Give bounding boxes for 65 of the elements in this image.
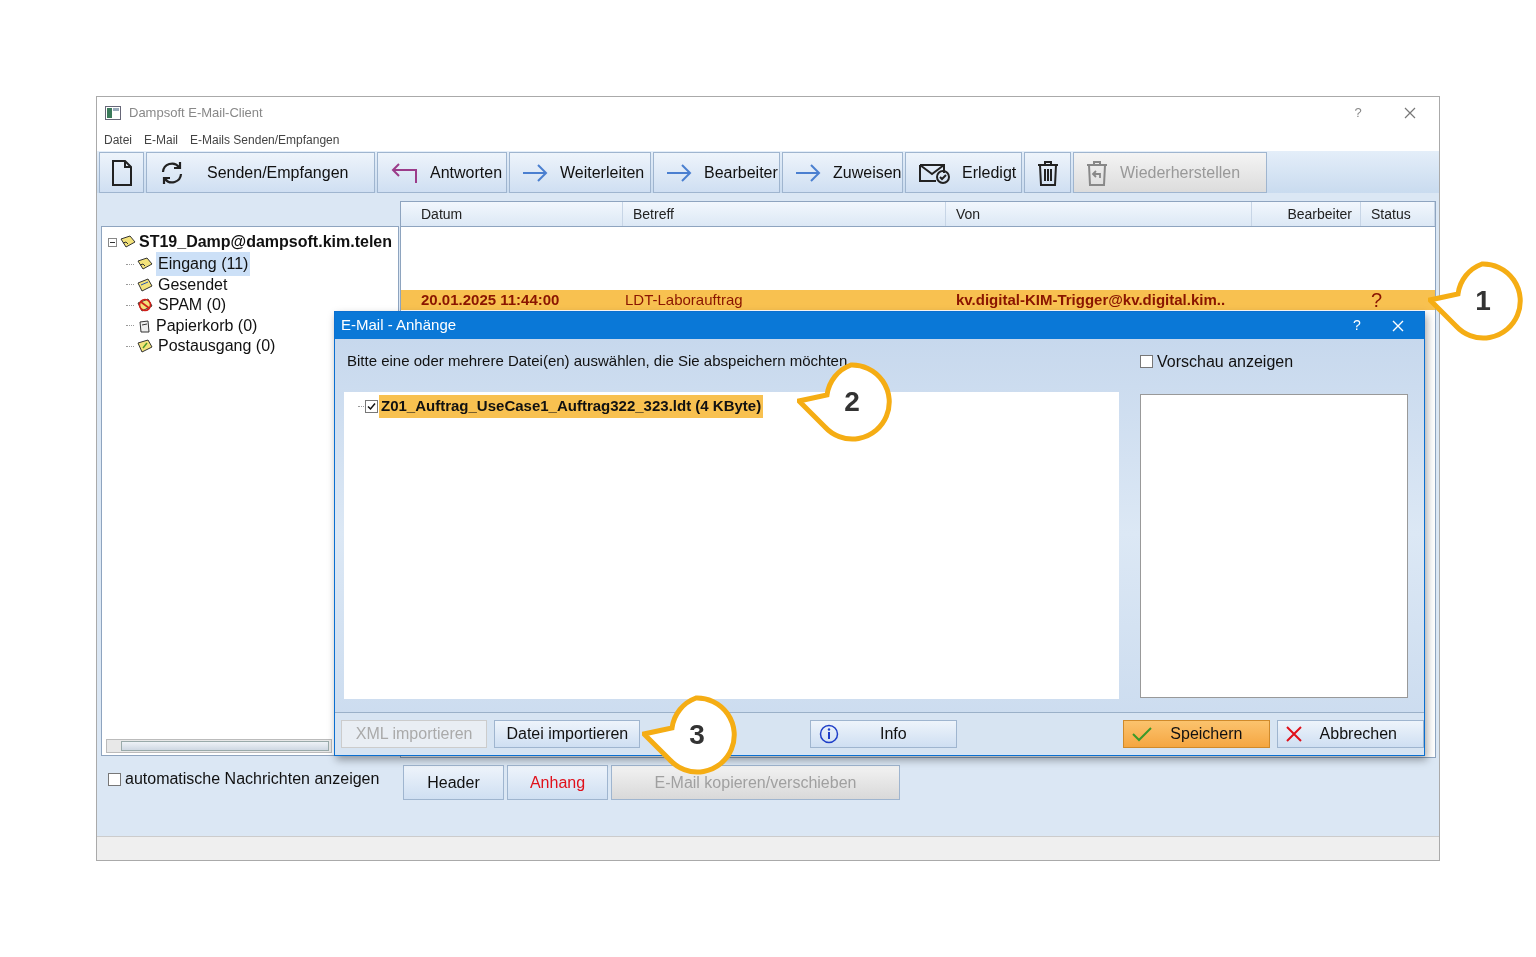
check-icon — [1132, 726, 1153, 742]
callout-number: 2 — [843, 385, 861, 419]
expander-icon[interactable] — [108, 237, 117, 247]
dialog-button[interactable]: Speichern — [1123, 720, 1270, 748]
checkbox-label[interactable]: automatische Nachrichten anzeigen — [125, 767, 380, 791]
envelope-icon — [137, 339, 153, 354]
toolbar-button[interactable] — [99, 152, 144, 193]
right-arrow-icon — [666, 162, 692, 183]
refresh-icon — [159, 160, 185, 185]
column-header[interactable]: Status — [1361, 202, 1435, 226]
trash-icon — [1036, 159, 1059, 186]
prohibited-envelope-icon — [137, 298, 153, 313]
folder-item[interactable]: Eingang (11) — [156, 252, 251, 277]
window-title: Dampsoft E-Mail-Client — [129, 104, 264, 123]
help-button[interactable]: ? — [1342, 315, 1372, 336]
document-icon — [110, 159, 133, 186]
checkbox-label[interactable]: Vorschau anzeigen — [1157, 349, 1294, 374]
reply-arrow-icon — [390, 161, 418, 184]
menu-item[interactable]: Datei — [104, 131, 132, 149]
right-arrow-icon — [795, 162, 821, 183]
instruction-text: Bitte eine oder mehrere Datei(en) auswählen, die Sie abspeichern möchten. — [347, 351, 853, 372]
mail-button[interactable]: Anhang — [507, 765, 608, 800]
envelope-icon — [120, 235, 136, 249]
envelope-icon — [137, 277, 153, 292]
toolbar-button[interactable]: Erledigt — [905, 152, 1022, 193]
app-icon — [105, 106, 121, 120]
column-header[interactable]: Betreff — [623, 202, 946, 226]
column-header[interactable]: Bearbeiter — [1252, 202, 1361, 226]
toolbar-button[interactable]: Bearbeiter — [653, 152, 780, 193]
checkbox[interactable] — [1140, 355, 1153, 368]
column-header[interactable]: Datum — [401, 202, 623, 226]
toolbar-button[interactable]: Zuweisen — [782, 152, 903, 193]
right-arrow-icon — [522, 162, 548, 183]
menu-item[interactable]: E-Mails Senden/Empfangen — [190, 131, 340, 149]
table-cell-text: 20.01.2025 11:44:00 — [420, 289, 561, 310]
help-button[interactable]: ? — [1335, 103, 1381, 123]
account-label[interactable]: ST19_Damp@dampsoft.kim.telen — [139, 230, 392, 254]
table-cell-text: ? — [1370, 288, 1384, 313]
mail-row[interactable]: 20.01.2025 11:44:00 LDT-Laborauftrag kv.digital-KIM-Trigger@kv.digital.kim.. ? — [401, 290, 1435, 310]
envelope-check-icon — [918, 161, 950, 184]
close-icon[interactable] — [1404, 107, 1416, 119]
toolbar-button[interactable]: Weiterleiten — [509, 152, 651, 193]
menu-item[interactable]: E-Mail — [144, 131, 179, 149]
trash-arrow-icon — [1086, 159, 1108, 186]
file-item[interactable]: Z01_Auftrag_UseCase1_Auftrag322_323.ldt (4 KByte) — [379, 395, 764, 418]
toolbar-button[interactable]: Senden/Empfangen — [146, 152, 375, 193]
envelope-icon — [137, 257, 153, 272]
bin-icon — [137, 318, 151, 333]
checkbox[interactable] — [108, 772, 121, 786]
info-icon — [818, 724, 839, 744]
column-header[interactable]: Von — [946, 202, 1252, 226]
checkbox[interactable] — [365, 399, 378, 413]
toolbar-button[interactable] — [1024, 152, 1071, 193]
dialog-button[interactable]: Info — [809, 720, 957, 748]
dialog-button[interactable]: Datei importieren — [494, 720, 641, 748]
mail-button[interactable]: Header — [403, 765, 504, 800]
horizontal-scrollbar[interactable] — [106, 739, 332, 753]
toolbar-button[interactable]: Antworten — [377, 152, 507, 193]
callout-number: 3 — [688, 718, 706, 752]
table-cell-text: LDT-Laborauftrag — [624, 289, 744, 310]
cross-icon — [1285, 726, 1302, 742]
callout-number: 1 — [1474, 284, 1492, 318]
table-cell-text: kv.digital-KIM-Trigger@kv.digital.kim.. — [955, 289, 1227, 310]
dialog-button[interactable]: Abbrechen — [1276, 720, 1424, 748]
dialog-title: E-Mail - Anhänge — [341, 315, 458, 336]
